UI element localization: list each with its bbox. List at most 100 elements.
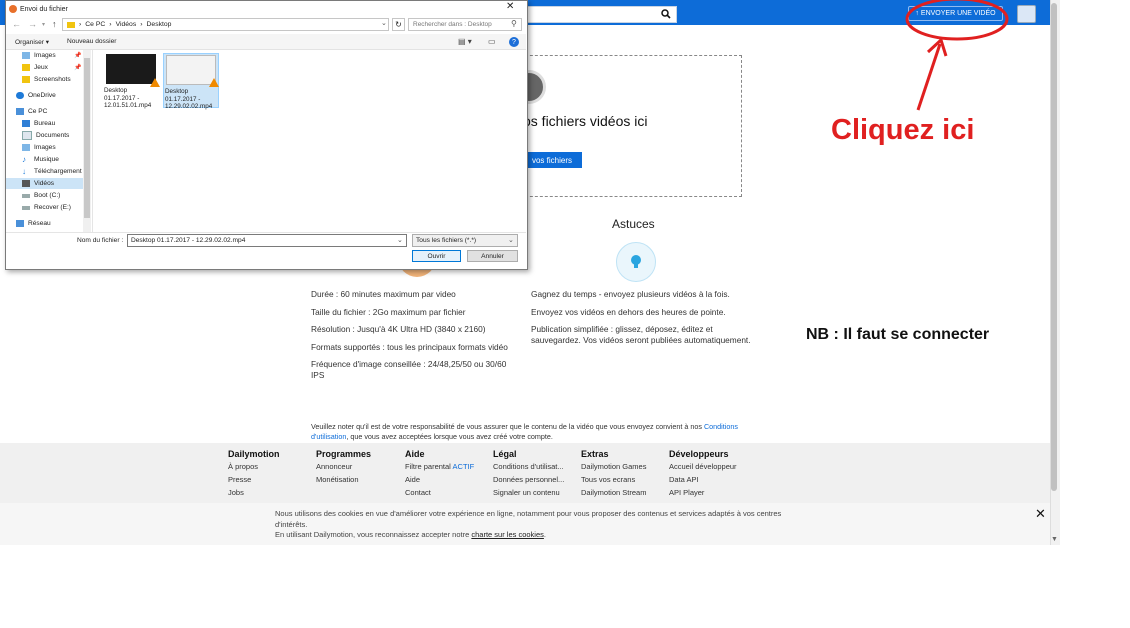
download-icon: ↓ — [22, 167, 26, 176]
dialog-close-icon[interactable]: ✕ — [506, 1, 514, 12]
file-item-selected[interactable]: Desktop 01.17.2017 - 12.29.02.02.mp4 — [163, 53, 219, 110]
footer-heading: Aide — [405, 449, 425, 459]
address-bar[interactable]: › Ce PC › Vidéos › Desktop — [62, 18, 389, 31]
pin-icon: 📌 — [74, 53, 82, 59]
footer-link[interactable]: Signaler un contenu — [493, 488, 564, 497]
file-item[interactable]: Desktop 01.17.2017 - 12.01.51.01.mp4 — [103, 53, 160, 109]
firefox-icon — [9, 5, 17, 13]
upload-video-label: ENVOYER UNE VIDÉO — [920, 10, 996, 17]
file-name-line: 01.17.2017 - — [165, 95, 201, 103]
footer-heading: Extras — [581, 449, 609, 459]
view-options-icon[interactable]: ▤ ▾ — [458, 37, 472, 46]
vlc-icon — [209, 78, 219, 87]
footer-link[interactable]: Monétisation — [316, 475, 371, 484]
drive-icon — [22, 193, 30, 198]
filename-input[interactable]: Desktop 01.17.2017 - 12.29.02.02.mp4 — [127, 234, 407, 247]
cookie-close-icon[interactable]: ✕ — [1035, 506, 1046, 522]
terms-disclaimer: Veuillez noter qu'il est de votre respon… — [311, 422, 751, 441]
open-button[interactable]: Ouvrir — [412, 250, 461, 262]
cancel-button[interactable]: Annuler — [467, 250, 518, 262]
footer-link[interactable]: Données personnel... — [493, 475, 564, 484]
requirement-framerate: Fréquence d'image conseillée : 24/48,25/… — [311, 359, 507, 380]
avatar[interactable] — [1017, 5, 1036, 23]
requirement-duration: Durée : 60 minutes maximum par video — [311, 289, 456, 299]
videos-icon — [22, 180, 30, 187]
address-dropdown-icon[interactable]: ⌄ — [381, 19, 387, 27]
up-arrow-icon[interactable]: ↑ — [52, 19, 57, 29]
footer-link[interactable]: Accueil développeur — [669, 462, 737, 471]
upload-video-button[interactable]: ↑ ENVOYER UNE VIDÉO — [908, 6, 1003, 21]
recent-dropdown-icon[interactable]: ▾ — [42, 21, 45, 28]
nav-item-label: Musique — [34, 156, 59, 163]
preview-pane-icon[interactable]: ▭ — [488, 37, 496, 46]
help-icon[interactable]: ? — [509, 37, 519, 47]
footer-link[interactable]: Jobs — [228, 488, 280, 497]
upload-requirements: Durée : 60 minutes maximum par video Tai… — [311, 289, 511, 387]
tip-offpeak: Envoyez vos vidéos en dehors des heures … — [531, 306, 726, 317]
breadcrumb-item[interactable]: Vidéos — [116, 21, 137, 28]
breadcrumb-item[interactable]: Desktop — [147, 21, 172, 28]
dialog-titlebar: Envoi du fichier — [6, 2, 526, 16]
folder-icon — [67, 21, 75, 28]
nav-item-label: Recover (E:) — [34, 204, 72, 211]
cookie-line1: Nous utilisons des cookies en vue d'amél… — [275, 509, 782, 529]
footer-link[interactable]: API Player — [669, 488, 737, 497]
nav-pane-scrollbar-thumb[interactable] — [84, 58, 90, 218]
dialog-title: Envoi du fichier — [20, 5, 68, 13]
organize-button[interactable]: Organiser ▾ — [15, 38, 49, 46]
site-search-input[interactable] — [520, 6, 677, 23]
nav-item-label: Réseau — [28, 220, 51, 227]
dialog-search-input[interactable]: Rechercher dans : Desktop — [408, 18, 522, 31]
footer-link[interactable]: Data API — [669, 475, 737, 484]
parental-filter-link[interactable]: Filtre parental ACTIF — [405, 462, 474, 471]
file-name-line: Desktop — [165, 88, 189, 95]
annotation-nb: NB : Il faut se connecter — [806, 326, 990, 343]
new-folder-button[interactable]: Nouveau dossier — [67, 38, 116, 45]
footer-col-aide: Aide Filtre parental ACTIF Aide Contact — [405, 449, 474, 501]
filename-dropdown-icon[interactable]: ⌄ — [397, 236, 403, 244]
vlc-icon — [150, 78, 160, 87]
forward-arrow-icon[interactable]: → — [28, 19, 37, 29]
file-type-dropdown-icon[interactable]: ⌄ — [508, 236, 514, 244]
back-arrow-icon[interactable]: ← — [12, 19, 21, 29]
file-type-select[interactable]: Tous les fichiers (*.*) — [412, 234, 518, 247]
lightbulb-icon — [616, 242, 656, 282]
footer-link[interactable]: Presse — [228, 475, 280, 484]
footer-link[interactable]: Dailymotion Games — [581, 462, 646, 471]
footer-link[interactable]: Tous vos ecrans — [581, 475, 646, 484]
page-scrollbar-thumb[interactable] — [1051, 3, 1057, 491]
refresh-icon[interactable]: ↻ — [392, 18, 405, 31]
footer-link[interactable]: Dailymotion Stream — [581, 488, 646, 497]
navigation-pane: Images 📌 Jeux 📌 Screenshots OneDrive Ce PC… — [6, 50, 84, 232]
pane-divider[interactable] — [92, 50, 93, 232]
breadcrumb-sep-icon: › — [109, 21, 112, 28]
scroll-down-arrow-icon[interactable]: ▼ — [1051, 536, 1058, 543]
images-icon — [22, 52, 30, 59]
video-thumbnail — [106, 54, 160, 87]
file-name-line: 01.17.2017 - — [104, 94, 140, 102]
nav-item-ce-pc[interactable]: Ce PC — [6, 106, 94, 117]
footer-link[interactable]: Contact — [405, 488, 474, 497]
annotation-cliquez: Cliquez ici — [831, 114, 975, 146]
dropzone-title: vos fichiers vidéos ici — [516, 113, 648, 129]
cookie-policy-link[interactable]: charte sur les cookies — [471, 530, 544, 539]
nav-item-reseau[interactable]: Réseau — [6, 218, 94, 229]
requirement-formats: Formats supportés : tous les principaux … — [311, 341, 508, 352]
footer-link[interactable]: Conditions d'utilisat... — [493, 462, 564, 471]
nav-item-videos[interactable]: Vidéos — [6, 178, 84, 189]
footer-link[interactable]: À propos — [228, 462, 280, 471]
requirement-resolution: Résolution : Jusqu'à 4K Ultra HD (3840 x… — [311, 324, 486, 334]
footer-link[interactable]: Annonceur — [316, 462, 371, 471]
nav-item-label: Jeux — [34, 64, 48, 71]
search-icon[interactable] — [658, 6, 674, 21]
nav-item-label: Screenshots — [34, 76, 71, 83]
breadcrumb-sep-icon: › — [140, 21, 143, 28]
nav-item-onedrive[interactable]: OneDrive — [6, 90, 94, 101]
folder-icon — [22, 76, 30, 83]
choose-files-button[interactable]: vos fichiers — [522, 152, 582, 168]
footer-col-legal: Légal Conditions d'utilisat... Données p… — [493, 449, 564, 501]
footer-link[interactable]: Aide — [405, 475, 474, 484]
nav-item-label: Bureau — [34, 120, 56, 127]
nav-item-label: Boot (C:) — [34, 192, 61, 199]
breadcrumb-item[interactable]: Ce PC — [85, 21, 105, 28]
